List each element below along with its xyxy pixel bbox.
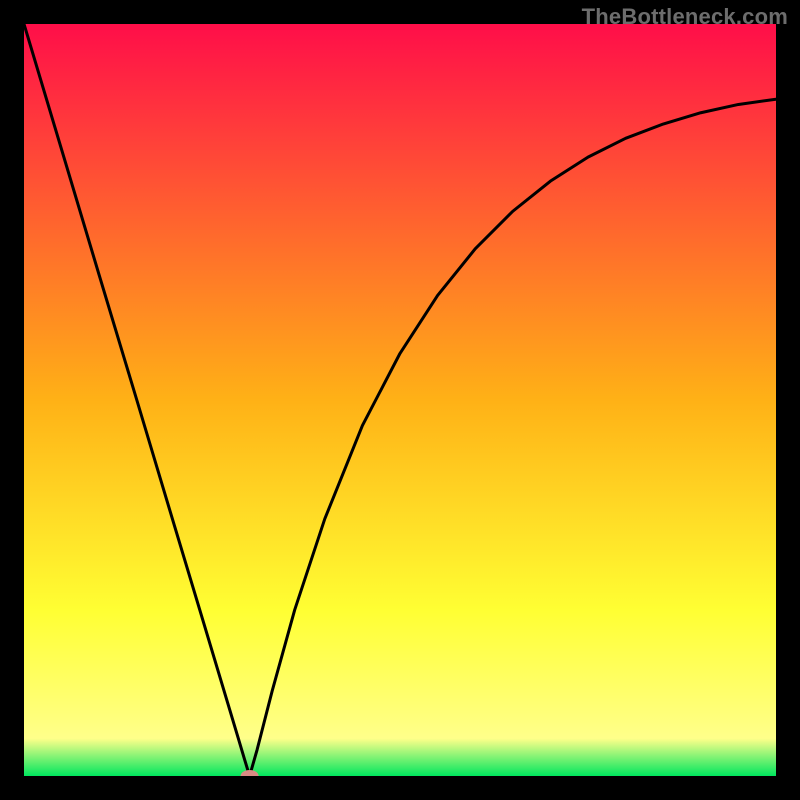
chart-frame [24,24,776,776]
watermark-text: TheBottleneck.com [582,4,788,30]
bottleneck-chart [24,24,776,776]
